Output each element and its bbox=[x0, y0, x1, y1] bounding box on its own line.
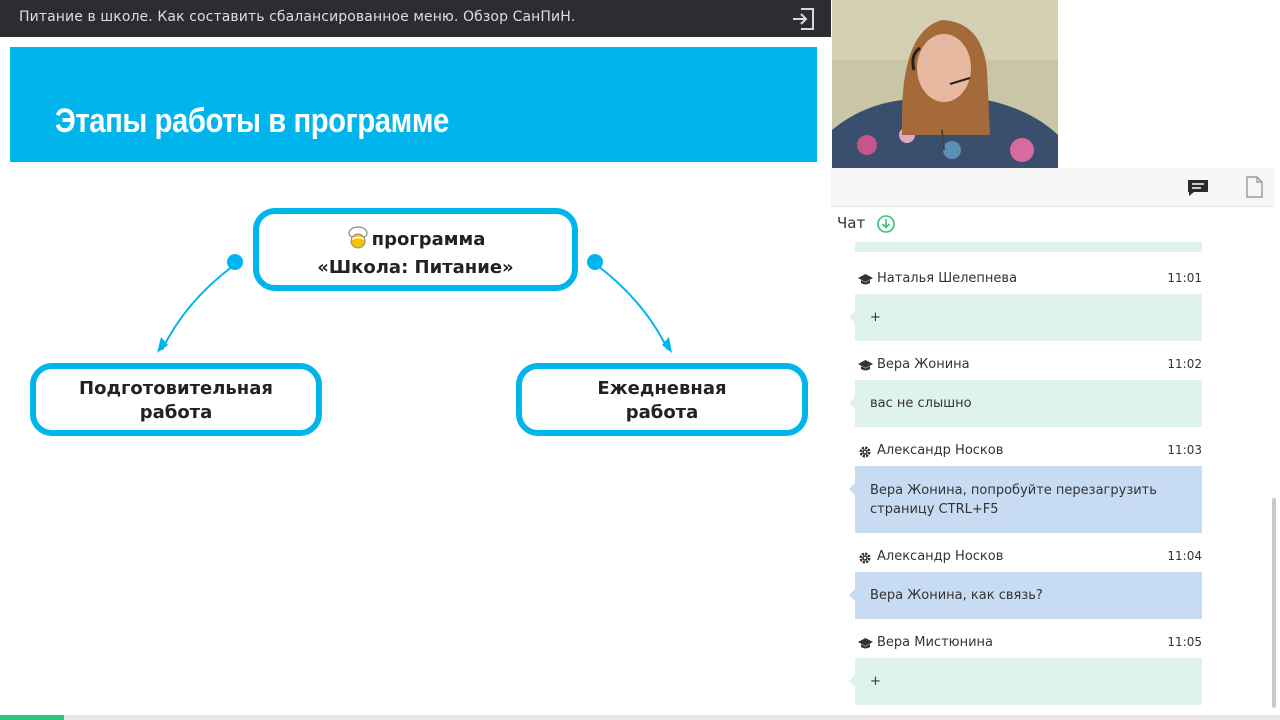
panel-tabs bbox=[831, 168, 1274, 207]
chat-title: Чат bbox=[837, 214, 866, 232]
presenter-video[interactable] bbox=[832, 0, 1058, 168]
chat-panel: Чат Наталья Шелепнева 11:01 + Вера Жонин… bbox=[831, 168, 1280, 720]
presentation-slide: Этапы работы в программе программа «Школ… bbox=[0, 37, 831, 715]
scroll-down-icon[interactable] bbox=[877, 215, 895, 233]
daily-node-line1: Ежедневная bbox=[597, 378, 727, 399]
message-text: Вера Жонина, как связь? bbox=[849, 572, 1202, 619]
webinar-title-bar: Питание в школе. Как составить сбалансир… bbox=[0, 0, 831, 37]
file-icon[interactable] bbox=[1244, 176, 1264, 198]
graduation-cap-icon bbox=[858, 273, 873, 287]
program-node-line1: программа bbox=[371, 229, 486, 250]
previous-message-bubble bbox=[855, 242, 1202, 252]
chat-scrollbar[interactable] bbox=[1272, 498, 1276, 708]
diagram-node-daily: Ежедневная работа bbox=[516, 363, 808, 436]
daily-node-line2: работа bbox=[625, 402, 699, 423]
message-time: 11:03 bbox=[1167, 443, 1202, 457]
gear-icon bbox=[858, 551, 873, 565]
message-text: Вера Жонина, попробуйте перезагрузить ст… bbox=[849, 466, 1202, 533]
message-text: вас не слышно bbox=[849, 380, 1202, 427]
gear-icon bbox=[858, 445, 873, 459]
playback-progress-fill bbox=[0, 715, 64, 720]
message-author: Наталья Шелепнева bbox=[877, 271, 1018, 286]
chat-message: Александр Носков 11:03 Вера Жонина, попр… bbox=[849, 443, 1202, 533]
message-author: Александр Носков bbox=[877, 443, 1004, 458]
diagram-node-preparatory: Подготовительная работа bbox=[30, 363, 322, 436]
chat-message: Вера Мистюнина 11:05 + bbox=[849, 635, 1202, 705]
message-time: 11:05 bbox=[1167, 635, 1202, 649]
playback-progress[interactable] bbox=[0, 715, 1280, 720]
chat-message: Вера Жонина 11:02 вас не слышно bbox=[849, 357, 1202, 427]
graduation-cap-icon bbox=[858, 637, 873, 651]
chat-message: Наталья Шелепнева 11:01 + bbox=[849, 271, 1202, 341]
message-author: Вера Жонина bbox=[877, 357, 970, 372]
chat-icon[interactable] bbox=[1186, 178, 1210, 198]
chat-message: Александр Носков 11:04 Вера Жонина, как … bbox=[849, 549, 1202, 619]
arrow-right bbox=[597, 265, 669, 351]
preparatory-node-line2: работа bbox=[139, 402, 213, 423]
exit-icon[interactable] bbox=[789, 6, 817, 32]
preparatory-node-line1: Подготовительная bbox=[79, 378, 273, 399]
message-text: + bbox=[849, 294, 1202, 341]
webinar-title: Питание в школе. Как составить сбалансир… bbox=[19, 9, 576, 25]
message-time: 11:01 bbox=[1167, 271, 1202, 285]
message-author: Александр Носков bbox=[877, 549, 1004, 564]
graduation-cap-icon bbox=[858, 359, 873, 373]
arrow-left bbox=[161, 265, 234, 351]
message-time: 11:04 bbox=[1167, 549, 1202, 563]
program-node-line2: «Школа: Питание» bbox=[317, 257, 514, 278]
chef-hat-logo-icon bbox=[346, 225, 370, 256]
message-text: + bbox=[849, 658, 1202, 705]
diagram-node-program: программа «Школа: Питание» bbox=[253, 208, 578, 291]
message-time: 11:02 bbox=[1167, 357, 1202, 371]
message-author: Вера Мистюнина bbox=[877, 635, 994, 650]
